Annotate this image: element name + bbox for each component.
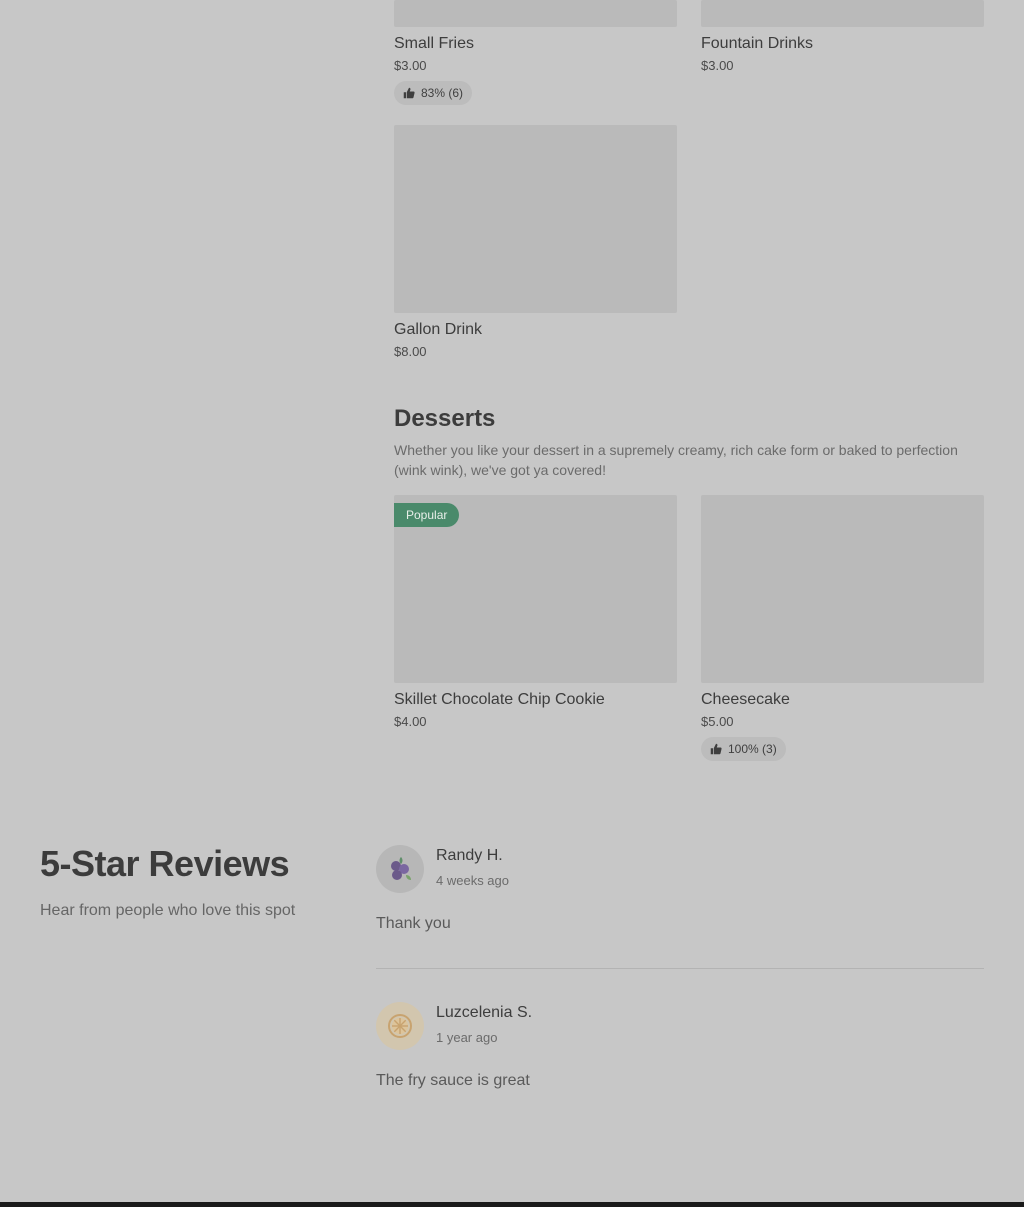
review-item: Luzcelenia S. 1 year ago The fry sauce i… <box>376 1002 984 1102</box>
menu-item-image <box>701 0 984 27</box>
menu-item-fountain-drinks[interactable]: Fountain Drinks $3.00 <box>701 0 984 75</box>
menu-item-price: $5.00 <box>701 714 734 729</box>
review-item: Randy H. 4 weeks ago Thank you <box>376 845 984 945</box>
menu-item-title: Skillet Chocolate Chip Cookie <box>394 691 605 708</box>
menu-item-image: Popular <box>394 495 677 683</box>
menu-item-cheesecake[interactable]: Cheesecake $5.00 100% (3) <box>701 495 984 761</box>
avatar <box>376 845 424 893</box>
thumbs-up-icon <box>403 87 415 99</box>
review-text: The fry sauce is great <box>376 1072 530 1089</box>
popular-badge: Popular <box>394 503 460 527</box>
menu-item-price: $3.00 <box>701 58 734 73</box>
menu-item-price: $8.00 <box>394 344 427 359</box>
reviews-heading: 5-Star Reviews <box>40 843 290 884</box>
review-date: 4 weeks ago <box>436 873 509 888</box>
menu-item-title: Gallon Drink <box>394 321 483 338</box>
menu-item-image <box>701 495 984 683</box>
reviews-subtitle: Hear from people who love this spot <box>40 902 296 919</box>
menu-item-image <box>394 125 677 313</box>
section-description: Whether you like your dessert in a supre… <box>394 442 958 478</box>
thumbs-up-icon <box>710 743 722 755</box>
orange-slice-icon <box>388 1014 412 1038</box>
menu-item-gallon-drink[interactable]: Gallon Drink $8.00 <box>394 125 677 361</box>
section-title-desserts: Desserts <box>394 405 496 432</box>
menu-item-skillet-cookie[interactable]: Popular Skillet Chocolate Chip Cookie $4… <box>394 495 677 731</box>
rating-text: 83% (6) <box>421 86 464 100</box>
rating-badge: 100% (3) <box>701 737 786 761</box>
review-date: 1 year ago <box>436 1030 498 1045</box>
rating-badge: 83% (6) <box>394 81 473 105</box>
review-text: Thank you <box>376 915 451 932</box>
avatar <box>376 1002 424 1050</box>
reviewer-name: Luzcelenia S. <box>436 1004 533 1021</box>
menu-item-image <box>394 0 677 27</box>
menu-item-title: Cheesecake <box>701 691 790 708</box>
menu-item-title: Small Fries <box>394 35 475 52</box>
menu-item-price: $4.00 <box>394 714 427 729</box>
footer-edge <box>0 1202 1024 1207</box>
menu-item-price: $3.00 <box>394 58 427 73</box>
review-divider <box>376 968 984 969</box>
blueberry-icon <box>391 857 411 880</box>
rating-text: 100% (3) <box>728 742 777 756</box>
menu-item-title: Fountain Drinks <box>701 35 814 52</box>
menu-item-small-fries[interactable]: Small Fries $3.00 83% (6) <box>394 0 677 105</box>
reviewer-name: Randy H. <box>436 847 503 864</box>
